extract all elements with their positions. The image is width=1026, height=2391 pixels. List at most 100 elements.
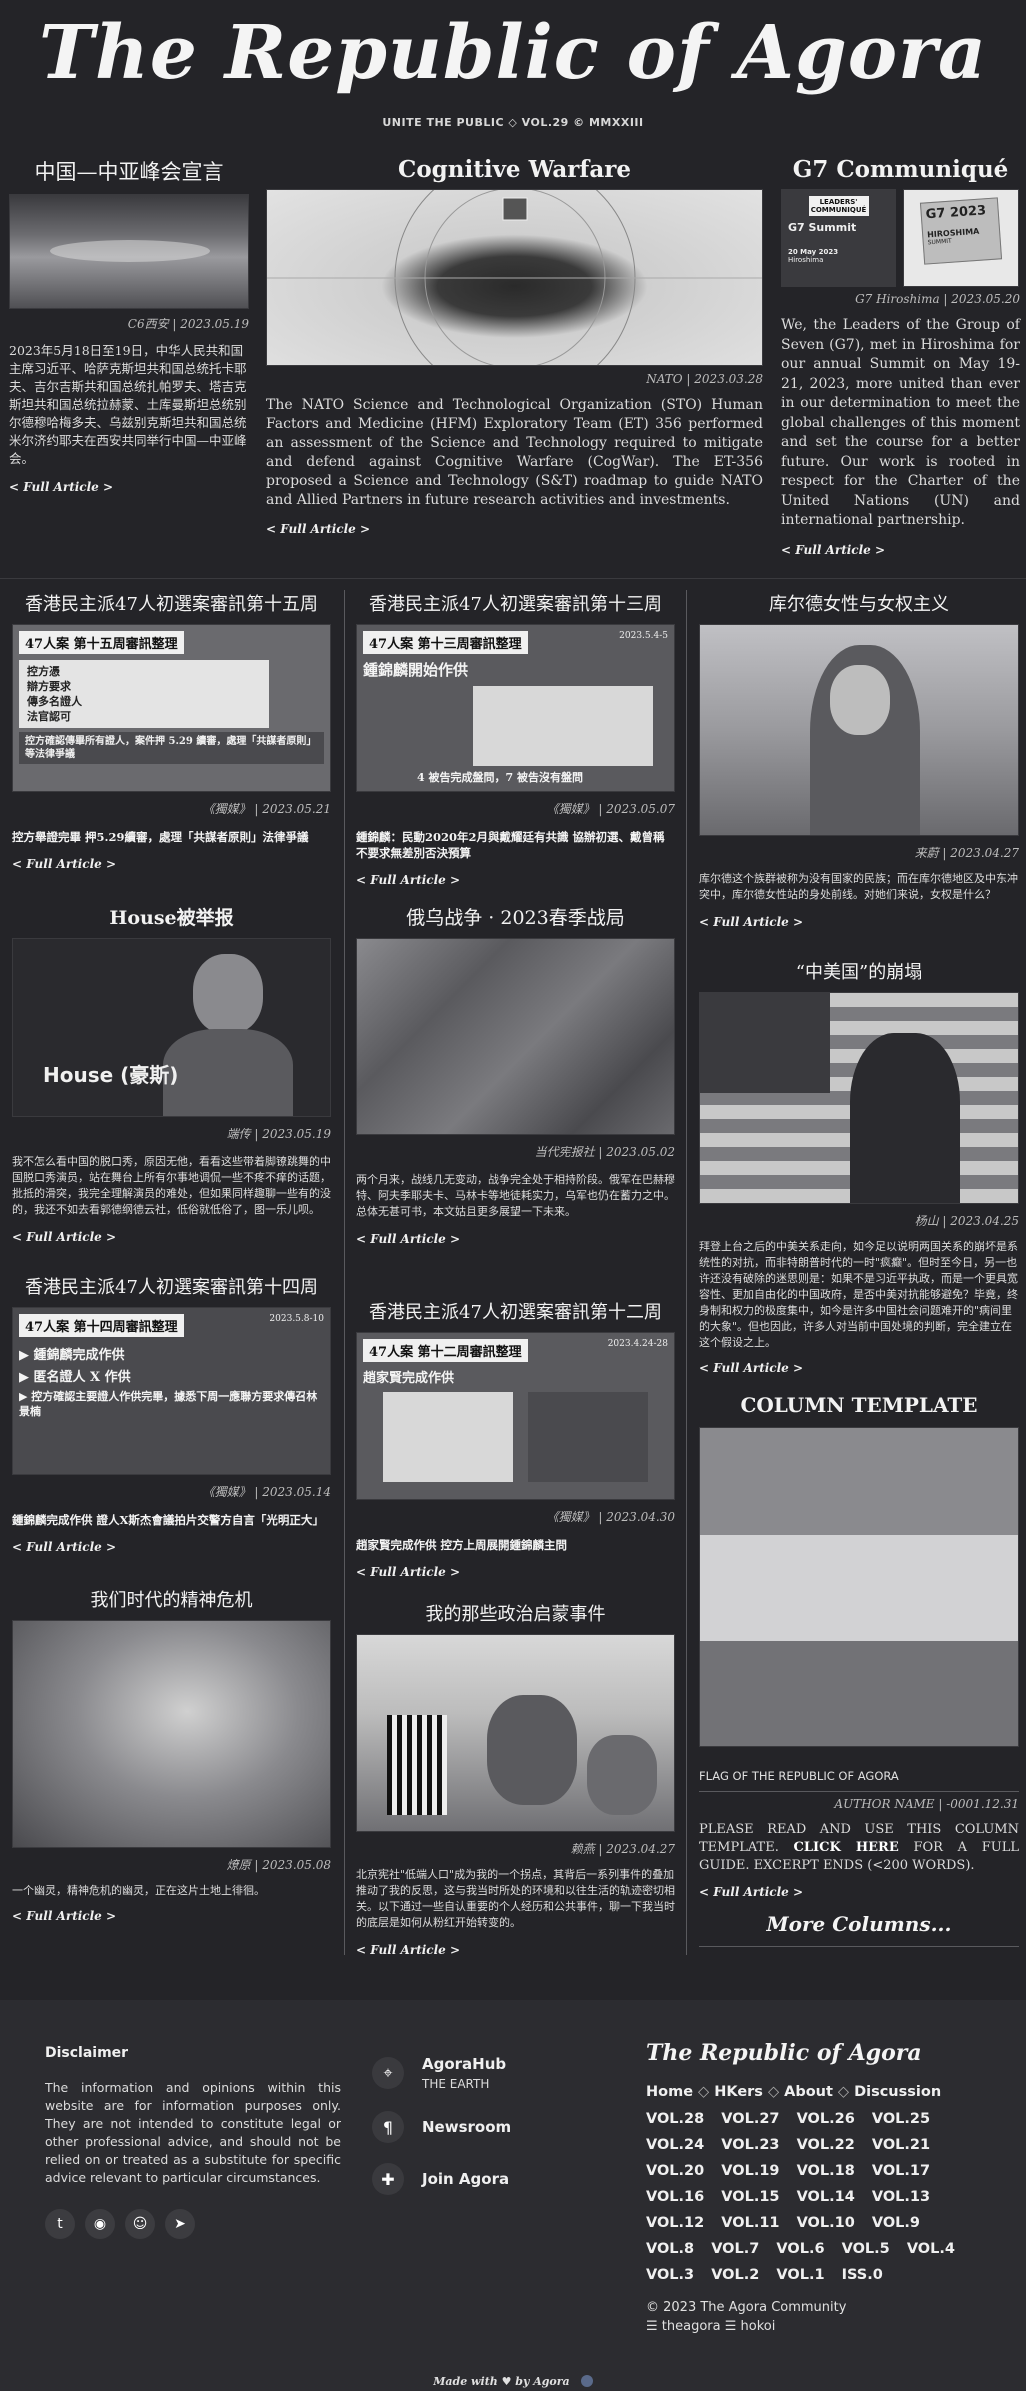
volume-link[interactable]: VOL.12 (646, 2215, 704, 2231)
footer-link-join[interactable]: ✚ Join Agora (372, 2163, 612, 2195)
paragraph-icon: ¶ (372, 2111, 404, 2143)
full-article-link[interactable]: < Full Article > (699, 915, 803, 929)
article-title[interactable]: 香港民主派47人初選案審訊第十三周 (356, 590, 675, 616)
nav-home[interactable]: Home (646, 2084, 693, 2100)
article-title[interactable]: 中国—中亚峰会宣言 (9, 156, 249, 186)
full-article-link[interactable]: < Full Article > (9, 480, 113, 494)
article-title[interactable]: “中美国”的崩塌 (699, 958, 1019, 984)
full-article-link[interactable]: < Full Article > (12, 1540, 116, 1554)
copyright: © 2023 The Agora Community (646, 2300, 847, 2315)
col2-article-1: 香港民主派47人初選案審訊第十三周 47人案 第十三周審訊整理 2023.5.4… (356, 590, 675, 888)
article-title[interactable]: Cognitive Warfare (266, 156, 763, 183)
nav-hkers[interactable]: HKers (714, 2084, 763, 2100)
article-title[interactable]: 香港民主派47人初選案審訊第十五周 (12, 590, 331, 616)
nav-discussion[interactable]: Discussion (854, 2084, 941, 2100)
volume-link[interactable]: VOL.21 (872, 2137, 930, 2153)
guide-link[interactable]: CLICK HERE (794, 1840, 899, 1855)
footer-link-newsroom[interactable]: ¶ Newsroom (372, 2111, 612, 2143)
volume-link[interactable]: VOL.13 (872, 2189, 930, 2205)
article-credit: 当代宪报社 | 2023.05.02 (534, 1145, 675, 1159)
volume-link[interactable]: VOL.16 (646, 2189, 704, 2205)
full-article-link[interactable]: < Full Article > (356, 1565, 460, 1579)
volume-link[interactable]: VOL.1 (776, 2267, 824, 2283)
volume-link[interactable]: VOL.17 (872, 2163, 930, 2179)
footer-disclaimer: Disclaimer The information and opinions … (45, 2045, 341, 2239)
full-article-link[interactable]: < Full Article > (12, 1230, 116, 1244)
top-center-article: Cognitive Warfare NATO | 2023.03.28 The … (266, 156, 763, 537)
telegram-icon[interactable]: ➤ (165, 2209, 195, 2239)
volume-link[interactable]: VOL.2 (711, 2267, 759, 2283)
volume-link[interactable]: VOL.18 (797, 2163, 855, 2179)
github-icon[interactable]: ◉ (85, 2209, 115, 2239)
full-article-link[interactable]: < Full Article > (266, 522, 370, 536)
volume-link[interactable]: VOL.10 (797, 2215, 855, 2231)
col1-article-2: House被举报 House (豪斯) 端传 | 2023.05.19 我不怎么… (12, 903, 331, 1245)
full-article-link[interactable]: < Full Article > (781, 543, 885, 557)
volume-list: VOL.28 VOL.27 VOL.26 VOL.25 VOL.24 VOL.2… (646, 2106, 991, 2288)
volume-link[interactable]: VOL.4 (907, 2241, 955, 2257)
twitter-icon[interactable]: t (45, 2209, 75, 2239)
reddit-icon[interactable]: ☺ (125, 2209, 155, 2239)
article-title[interactable]: House被举报 (12, 903, 331, 930)
image-footer: 4 被告完成盤問，7 被告沒有盤問 (417, 771, 583, 784)
article-title[interactable]: COLUMN TEMPLATE (699, 1393, 1019, 1417)
full-article-link[interactable]: < Full Article > (356, 873, 460, 887)
social-links: t ◉ ☺ ➤ (45, 2209, 341, 2239)
site-title[interactable]: The Republic of Agora (0, 8, 1026, 98)
full-article-link[interactable]: < Full Article > (12, 857, 116, 871)
article-excerpt: We, the Leaders of the Group of Seven (G… (781, 317, 1020, 528)
col1-article-4: 我们时代的精神危机 燎原 | 2023.05.08 一个幽灵，精神危机的幽灵，正… (12, 1586, 331, 1924)
volume-link[interactable]: VOL.28 (646, 2111, 704, 2127)
footer-credits[interactable]: ☰ theagora ☰ hokoi (646, 2319, 991, 2334)
article-title[interactable]: 香港民主派47人初選案審訊第十四周 (12, 1273, 331, 1299)
article-title[interactable]: G7 Communiqué (781, 156, 1020, 183)
volume-link[interactable]: VOL.8 (646, 2241, 694, 2257)
article-title[interactable]: 我们时代的精神危机 (12, 1586, 331, 1612)
volume-link[interactable]: VOL.9 (872, 2215, 920, 2231)
volume-link[interactable]: VOL.7 (711, 2241, 759, 2257)
footer-links: ⌖ AgoraHub THE EARTH ¶ Newsroom ✚ Join A… (372, 2055, 612, 2195)
volume-link[interactable]: VOL.20 (646, 2163, 704, 2179)
volume-link[interactable]: VOL.5 (842, 2241, 890, 2257)
volume-link[interactable]: VOL.19 (721, 2163, 779, 2179)
full-article-link[interactable]: < Full Article > (699, 1885, 803, 1899)
volume-link[interactable]: VOL.23 (721, 2137, 779, 2153)
col2-article-2: 俄乌战争 · 2023春季战局 当代宪报社 | 2023.05.02 两个月来，… (356, 903, 675, 1247)
volume-link[interactable]: VOL.25 (872, 2111, 930, 2127)
article-credit: 赖燕 | 2023.04.27 (570, 1842, 675, 1856)
col2-article-4: 我的那些政治启蒙事件 赖燕 | 2023.04.27 北京宪社"低端人口"成为我… (356, 1600, 675, 1958)
volume-link[interactable]: ISS.0 (842, 2267, 883, 2283)
col3-column-template: COLUMN TEMPLATE FLAG OF THE REPUBLIC OF … (699, 1393, 1019, 1947)
more-columns-link[interactable]: More Columns... (699, 1912, 1019, 1936)
footer-brand[interactable]: The Republic of Agora (646, 2040, 991, 2066)
article-image: 47人案 第十四周審訊整理 2023.5.8-10 ▶ 鍾錦麟完成作供 ▶ 匿名… (12, 1307, 331, 1475)
full-article-link[interactable]: < Full Article > (356, 1232, 460, 1246)
article-image (9, 194, 249, 309)
theme-toggle-icon[interactable] (580, 2374, 593, 2387)
map-pin-icon: ⌖ (372, 2057, 404, 2089)
article-credit: G7 Hiroshima | 2023.05.20 (855, 292, 1020, 306)
article-title[interactable]: 香港民主派47人初選案審訊第十二周 (356, 1298, 675, 1324)
volume-link[interactable]: VOL.24 (646, 2137, 704, 2153)
made-with-text: Made with ♥ by Agora (433, 2375, 570, 2388)
volume-link[interactable]: VOL.15 (721, 2189, 779, 2205)
article-title[interactable]: 库尔德女性与女权主义 (699, 590, 1019, 616)
volume-link[interactable]: VOL.26 (797, 2111, 855, 2127)
article-image: House (豪斯) (12, 938, 331, 1117)
article-title[interactable]: 我的那些政治启蒙事件 (356, 1600, 675, 1626)
footer-link-agorahub[interactable]: ⌖ AgoraHub THE EARTH (372, 2055, 612, 2091)
volume-link[interactable]: VOL.6 (776, 2241, 824, 2257)
full-article-link[interactable]: < Full Article > (12, 1909, 116, 1923)
volume-link[interactable]: VOL.22 (797, 2137, 855, 2153)
volume-link[interactable]: VOL.14 (797, 2189, 855, 2205)
article-credit: 端传 | 2023.05.19 (226, 1127, 331, 1141)
article-image: 47人案 第十五周審訊整理 控方憑 辯方要求 傳多名證人 法官認可 控方確認傳畢… (12, 624, 331, 792)
full-article-link[interactable]: < Full Article > (356, 1943, 460, 1957)
volume-link[interactable]: VOL.3 (646, 2267, 694, 2283)
article-title[interactable]: 俄乌战争 · 2023春季战局 (356, 903, 675, 930)
volume-link[interactable]: VOL.27 (721, 2111, 779, 2127)
full-article-link[interactable]: < Full Article > (699, 1361, 803, 1375)
footer-brand-block: The Republic of Agora Home ◇ HKers ◇ About ◇ D… (646, 2040, 991, 2334)
volume-link[interactable]: VOL.11 (721, 2215, 779, 2231)
nav-about[interactable]: About (784, 2084, 833, 2100)
